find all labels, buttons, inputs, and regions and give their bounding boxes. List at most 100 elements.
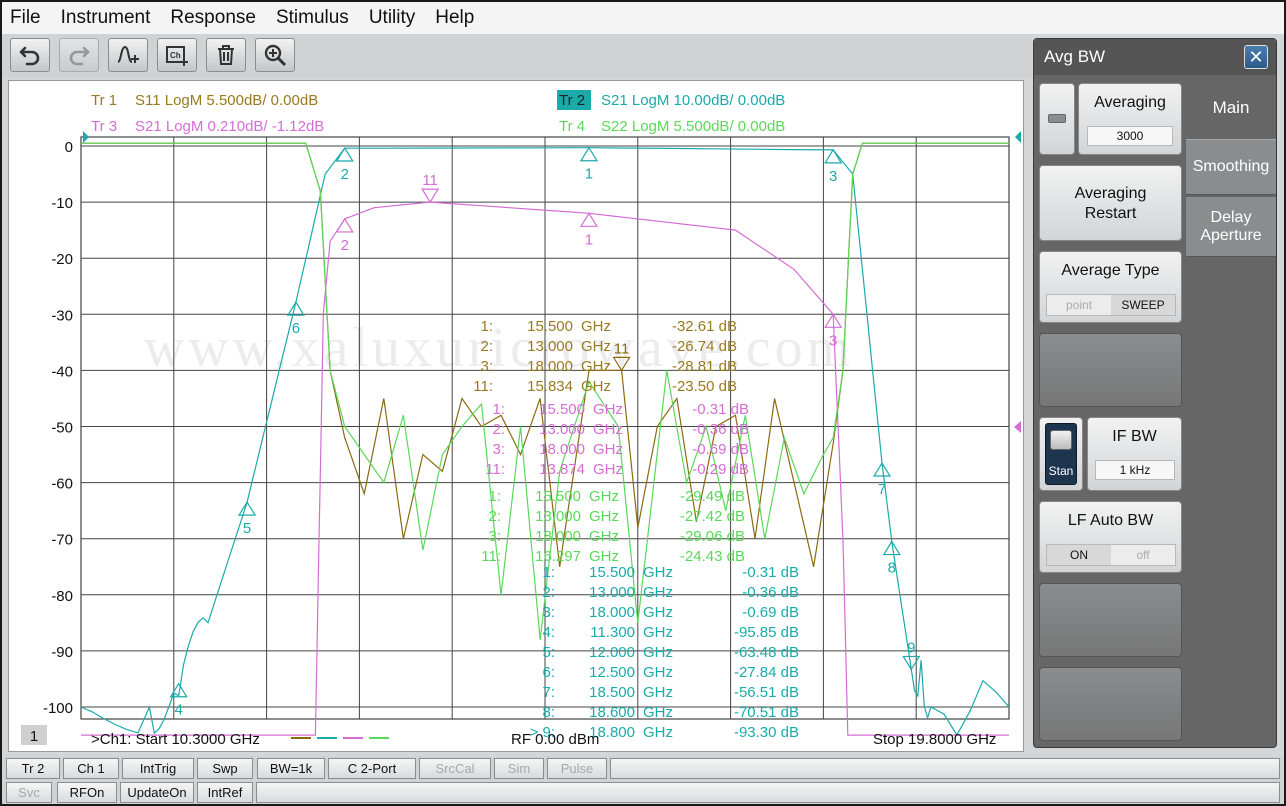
averaging-button[interactable]: Averaging 3000: [1078, 83, 1182, 155]
average-type-button[interactable]: Average Type point SWEEP: [1039, 251, 1182, 323]
zoom-button[interactable]: [255, 38, 295, 72]
redo-button[interactable]: [59, 38, 99, 72]
panel-close-button[interactable]: ✕: [1244, 45, 1268, 69]
tr4-readout-num: 3:: [488, 528, 501, 545]
measurement-display[interactable]: www.xaluxuricrowave.com Tr 1 S11 LogM 5.…: [8, 80, 1024, 752]
tr3-readout-unit: GHz: [593, 441, 623, 458]
add-channel-button[interactable]: Ch: [157, 38, 197, 72]
redo-icon: [69, 46, 90, 66]
y-tick-label: -20: [51, 251, 73, 268]
rf-power[interactable]: RF 0.00 dBm: [511, 731, 599, 748]
panel-header: Avg BW ✕: [1034, 39, 1276, 75]
tr2-readout-freq: 11.300: [590, 624, 635, 641]
lf-auto-bw-button[interactable]: LF Auto BW ON off: [1039, 501, 1182, 573]
marker-number: 7: [878, 481, 886, 498]
marker-triangle: [579, 212, 599, 227]
y-tick-label: -60: [51, 476, 73, 493]
tr4-readout-value: -29.49 dB: [680, 488, 745, 505]
stan-indicator: Stan: [1045, 423, 1077, 485]
menu-stimulus[interactable]: Stimulus: [276, 7, 349, 29]
tr2-readout-unit: GHz: [643, 564, 673, 581]
trace1-desc: S11 LogM 5.500dB/ 0.00dB: [135, 92, 318, 109]
tab-delay-aperture-label: Delay Aperture: [1200, 208, 1262, 244]
status-ch-1[interactable]: Ch 1: [63, 758, 119, 779]
status-bw-1k[interactable]: BW=1k: [257, 758, 325, 779]
tr4-readout-value: -29.06 dB: [680, 528, 745, 545]
tr4-readout-unit: GHz: [589, 528, 619, 545]
close-icon: ✕: [1248, 47, 1264, 67]
tr4-readout-freq: 18.000: [535, 528, 581, 545]
trace4-desc: S22 LogM 5.500dB/ 0.00dB: [601, 118, 785, 135]
svg-text:Ch: Ch: [170, 51, 181, 60]
tr2-readout-value: -93.30 dB: [734, 724, 799, 741]
channel-number: 1: [30, 728, 38, 745]
if-bw-button[interactable]: IF BW 1 kHz: [1087, 417, 1182, 491]
status-swp[interactable]: Swp: [197, 758, 253, 779]
tr2-readout-unit: GHz: [643, 644, 673, 661]
menu-utility[interactable]: Utility: [369, 7, 415, 29]
tr1-readout-num: 11:: [473, 378, 493, 395]
start-frequency[interactable]: >Ch1: Start 10.3000 GHz: [91, 731, 260, 748]
trace2-label[interactable]: Tr 2: [559, 92, 585, 109]
marker-number: 1: [585, 231, 593, 248]
trace4-label[interactable]: Tr 4: [559, 118, 585, 135]
undo-button[interactable]: [10, 38, 50, 72]
empty-softkey-2[interactable]: [1039, 583, 1182, 657]
delete-button[interactable]: [206, 38, 246, 72]
panel-title: Avg BW: [1044, 47, 1106, 66]
menu-help[interactable]: Help: [435, 7, 474, 29]
tr2-readout-unit: GHz: [643, 604, 673, 621]
status-updateon[interactable]: UpdateOn: [120, 782, 194, 803]
status-pulse[interactable]: Pulse: [547, 758, 607, 779]
tr2-readout-unit: GHz: [643, 664, 673, 681]
status-svc[interactable]: Svc: [6, 782, 52, 803]
lf-auto-bw-label: LF Auto BW: [1067, 512, 1154, 529]
status-filler: [256, 782, 1280, 803]
status-sim[interactable]: Sim: [494, 758, 544, 779]
empty-softkey-3[interactable]: [1039, 667, 1182, 741]
if-bw-label: IF BW: [1112, 428, 1157, 445]
menu-file[interactable]: File: [10, 7, 41, 29]
reference-level-left-marker[interactable]: [83, 131, 89, 143]
averaging-toggle-button[interactable]: [1039, 83, 1075, 155]
y-tick-label: -10: [51, 195, 73, 212]
trace1-label[interactable]: Tr 1: [91, 92, 117, 109]
tr4-readout-num: 11:: [481, 548, 501, 565]
trace3-desc: S21 LogM 0.210dB/ -1.12dB: [135, 118, 324, 135]
tr1-readout-unit: GHz: [581, 378, 611, 395]
menu-response[interactable]: Response: [170, 7, 256, 29]
stan-button[interactable]: Stan: [1039, 417, 1083, 491]
status-intref[interactable]: IntRef: [197, 782, 253, 803]
tab-main[interactable]: Main: [1186, 79, 1276, 137]
stop-frequency[interactable]: Stop 19.8000 GHz: [873, 731, 996, 748]
trace-headers: Tr 1 S11 LogM 5.500dB/ 0.00dB Tr 2 S21 L…: [91, 90, 785, 135]
menu-instrument[interactable]: Instrument: [61, 7, 151, 29]
tab-delay-aperture[interactable]: Delay Aperture: [1186, 197, 1276, 257]
tr3-readout-num: 3:: [492, 441, 505, 458]
status-srccal[interactable]: SrcCal: [419, 758, 491, 779]
status-c-2-port[interactable]: C 2-Port: [328, 758, 416, 779]
status-rfon[interactable]: RFOn: [57, 782, 117, 803]
toggle-indicator-icon: [1048, 114, 1066, 123]
tr3-readout-value: -0.29 dB: [692, 461, 749, 478]
tr4-readout-freq: 15.500: [535, 488, 581, 505]
y-tick-label: -100: [43, 700, 73, 717]
tr3-readout-num: 2:: [492, 421, 505, 438]
zoom-in-icon: [264, 44, 287, 67]
trace2-desc: S21 LogM 10.00dB/ 0.00dB: [601, 92, 785, 109]
reference-level-right-marker[interactable]: [1015, 131, 1021, 143]
tab-smoothing[interactable]: Smoothing: [1186, 139, 1276, 195]
trace3-label[interactable]: Tr 3: [91, 118, 117, 135]
trace3-reference-marker[interactable]: [1014, 421, 1021, 433]
stan-label: Stan: [1048, 464, 1074, 478]
status-tr-2[interactable]: Tr 2: [6, 758, 60, 779]
add-marker-button[interactable]: [108, 38, 148, 72]
averaging-restart-button[interactable]: Averaging Restart: [1039, 165, 1182, 241]
empty-softkey-1[interactable]: [1039, 333, 1182, 407]
tr2-readout-value: -27.84 dB: [734, 664, 799, 681]
marker-triangle: [335, 217, 354, 233]
status-inttrig[interactable]: IntTrig: [122, 758, 194, 779]
tr2-readout-num: 1:: [542, 564, 555, 581]
average-type-label: Average Type: [1061, 262, 1160, 279]
marker-number: 11: [614, 340, 630, 357]
